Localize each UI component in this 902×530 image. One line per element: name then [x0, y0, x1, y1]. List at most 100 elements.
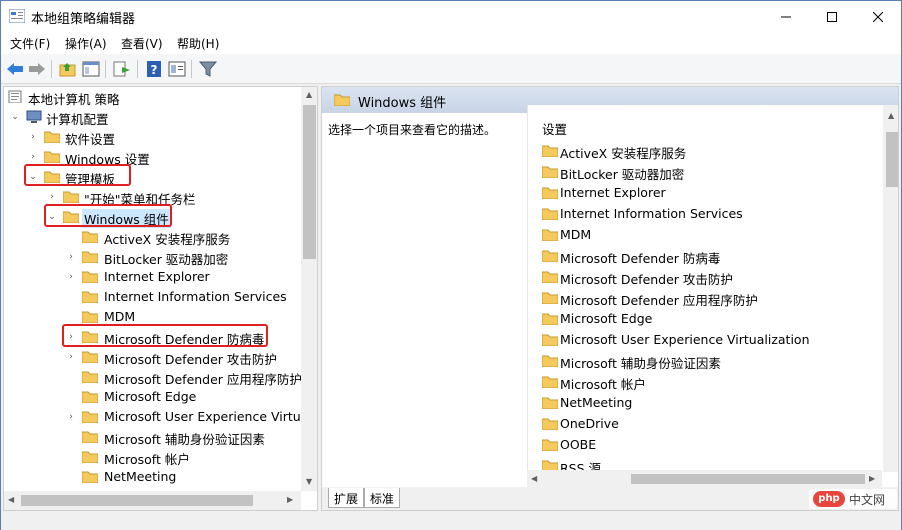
- tree-item-iis[interactable]: Internet Information Services: [4, 287, 300, 307]
- menu-bar: 文件(F) 操作(A) 查看(V) 帮助(H): [1, 32, 901, 54]
- tree-item-label: Microsoft 帐户: [104, 452, 190, 467]
- toolbar: ?: [1, 54, 901, 84]
- tree-item-label: Microsoft Edge: [104, 389, 197, 404]
- export-button[interactable]: [112, 59, 132, 79]
- details-pane: Windows 组件 选择一个项目来查看它的描述。 设置 ActiveX 安装程…: [321, 86, 899, 511]
- tree-horizontal-scrollbar[interactable]: ◀ ▶: [4, 491, 301, 510]
- expand-icon[interactable]: ›: [66, 352, 76, 362]
- list-item-label: ActiveX 安装程序服务: [560, 146, 687, 161]
- folder-icon: [82, 411, 98, 423]
- settings-list[interactable]: 设置 ActiveX 安装程序服务 BitLocker 驱动器加密 Intern…: [527, 105, 898, 476]
- folder-icon: [542, 271, 558, 283]
- tab-extended[interactable]: 扩展: [328, 488, 365, 508]
- tree-item-label: NetMeeting: [104, 469, 177, 484]
- maximize-button[interactable]: [809, 1, 855, 32]
- minimize-icon: [781, 16, 791, 17]
- tree-item-ms-account[interactable]: Microsoft 帐户: [4, 447, 300, 467]
- site-watermark: php 中文网: [809, 489, 897, 509]
- list-vertical-scrollbar[interactable]: ▲: [883, 105, 898, 472]
- folder-icon: [542, 187, 558, 199]
- tree-item-label: Microsoft 辅助身份验证因素: [104, 432, 265, 447]
- column-header-settings[interactable]: 设置: [542, 119, 567, 138]
- tree-item-defender-app-guard[interactable]: Microsoft Defender 应用程序防护: [4, 367, 302, 387]
- tree-item-edge[interactable]: Microsoft Edge: [4, 387, 300, 407]
- tree-item-local-computer-policy[interactable]: 本地计算机 策略: [4, 87, 300, 107]
- menu-view[interactable]: 查看(V): [121, 35, 163, 52]
- menu-help[interactable]: 帮助(H): [177, 35, 219, 52]
- tree-item-software-settings[interactable]: › 软件设置: [4, 127, 300, 147]
- folder-icon: [82, 231, 98, 243]
- computer-icon: [26, 110, 42, 123]
- folder-icon: [82, 391, 98, 403]
- title-bar[interactable]: 本地组策略编辑器: [1, 1, 901, 32]
- folder-icon: [542, 292, 558, 304]
- expand-icon[interactable]: ›: [47, 192, 57, 202]
- folder-icon: [82, 431, 98, 443]
- scroll-up-icon[interactable]: ▲: [306, 90, 312, 99]
- show-hide-tree-button[interactable]: [81, 59, 101, 79]
- forward-icon: [29, 63, 45, 75]
- properties-button[interactable]: [167, 59, 187, 79]
- scroll-down-icon[interactable]: ▼: [306, 477, 312, 486]
- filter-button[interactable]: [198, 59, 218, 79]
- folder-icon: [63, 191, 79, 203]
- folder-icon: [542, 208, 558, 220]
- scroll-thumb[interactable]: [303, 105, 316, 259]
- expand-icon[interactable]: ›: [28, 132, 38, 142]
- close-icon: [873, 11, 883, 22]
- tree-item-internet-explorer[interactable]: › Internet Explorer: [4, 267, 300, 287]
- list-item-label: Microsoft 帐户: [560, 377, 646, 392]
- scroll-right-icon[interactable]: ▶: [287, 495, 293, 504]
- expand-icon[interactable]: ›: [66, 252, 76, 262]
- expand-icon[interactable]: ›: [28, 152, 38, 162]
- scroll-thumb[interactable]: [886, 132, 898, 187]
- list-item-label: Internet Explorer: [560, 185, 666, 200]
- export-icon: [113, 61, 130, 77]
- folder-icon: [82, 251, 98, 263]
- toolbar-separator: [191, 60, 192, 78]
- tree-item-computer-config[interactable]: ⌄ 计算机配置: [4, 107, 300, 127]
- minimize-button[interactable]: [763, 1, 809, 32]
- tree-vertical-scrollbar[interactable]: ▲ ▼: [301, 87, 317, 491]
- tree-item-defender-exploit[interactable]: › Microsoft Defender 攻击防护: [4, 347, 300, 367]
- scroll-thumb[interactable]: [631, 474, 865, 484]
- help-button[interactable]: ?: [144, 59, 164, 79]
- collapse-icon[interactable]: ⌄: [10, 112, 20, 122]
- tree-pane[interactable]: 本地计算机 策略 ⌄ 计算机配置 › 软件设置 › Windows 设置 ⌄ 管…: [3, 86, 318, 511]
- maximize-icon: [827, 11, 837, 22]
- tree-item-secondary-auth[interactable]: Microsoft 辅助身份验证因素: [4, 427, 300, 447]
- scroll-left-icon[interactable]: ◀: [531, 474, 537, 483]
- scroll-left-icon[interactable]: ◀: [8, 495, 14, 504]
- back-icon: [7, 63, 23, 75]
- scroll-right-icon[interactable]: ▶: [869, 474, 875, 483]
- tree-item-ue-v[interactable]: › Microsoft User Experience Virtual: [4, 407, 312, 427]
- tab-standard[interactable]: 标准: [364, 488, 401, 508]
- tree-item-label: 软件设置: [65, 132, 116, 147]
- folder-icon: [542, 250, 558, 262]
- tree-item-activex[interactable]: ActiveX 安装程序服务: [4, 227, 300, 247]
- folder-icon: [542, 145, 558, 157]
- scroll-up-icon[interactable]: ▲: [888, 111, 894, 120]
- expand-icon[interactable]: ›: [66, 412, 76, 422]
- computer-policy-icon: [8, 90, 22, 103]
- forward-button[interactable]: [27, 59, 47, 79]
- menu-file[interactable]: 文件(F): [10, 35, 50, 52]
- scroll-thumb[interactable]: [21, 495, 253, 506]
- folder-icon: [82, 311, 98, 323]
- expand-icon[interactable]: ›: [66, 272, 76, 282]
- status-bar: [1, 513, 901, 530]
- tree-item-bitlocker[interactable]: › BitLocker 驱动器加密: [4, 247, 300, 267]
- properties-icon: [168, 61, 186, 77]
- details-title: Windows 组件: [358, 96, 447, 111]
- folder-icon: [542, 334, 558, 346]
- close-button[interactable]: [855, 1, 901, 32]
- list-item-label: OOBE: [560, 437, 597, 452]
- svg-text:?: ?: [151, 63, 158, 77]
- menu-action[interactable]: 操作(A): [65, 35, 107, 52]
- up-folder-button[interactable]: [58, 59, 78, 79]
- back-button[interactable]: [5, 59, 25, 79]
- list-horizontal-scrollbar[interactable]: ◀ ▶: [527, 470, 882, 487]
- folder-icon: [44, 151, 60, 163]
- watermark-text: 中文网: [849, 493, 886, 507]
- tree-item-netmeeting[interactable]: NetMeeting: [4, 467, 300, 487]
